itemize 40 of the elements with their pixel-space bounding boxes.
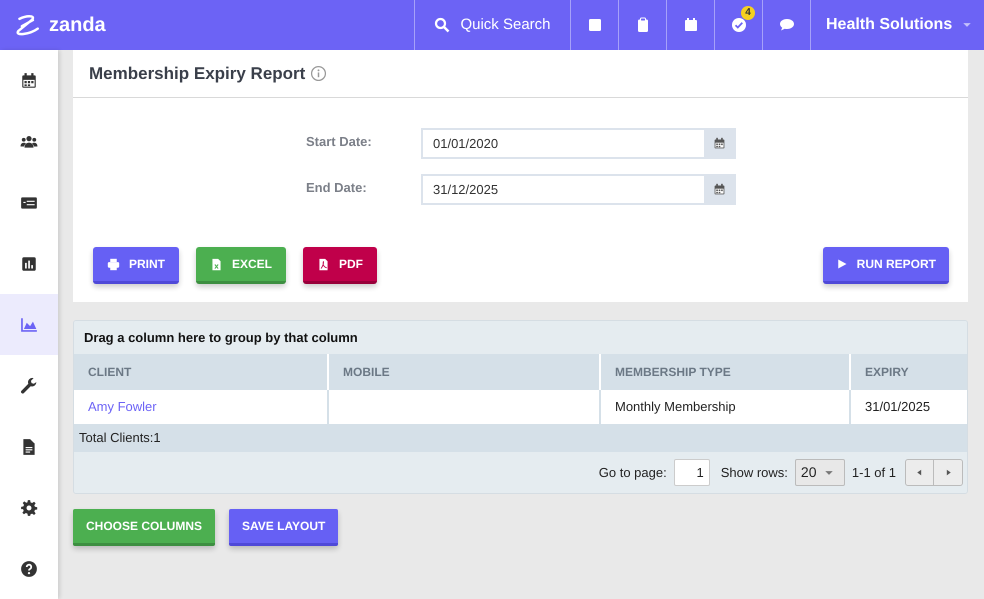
- check-circle-icon: [730, 17, 746, 33]
- area-chart-icon: [20, 316, 38, 334]
- column-header[interactable]: CLIENT: [74, 354, 327, 390]
- page-input[interactable]: 1: [674, 459, 710, 486]
- left-triangle-icon: [915, 468, 924, 477]
- export-button[interactable]: PDF: [303, 247, 378, 284]
- rows-select[interactable]: 20: [794, 459, 845, 486]
- notification-badge: 4: [741, 6, 755, 20]
- date-field[interactable]: 31/12/2025: [421, 174, 736, 205]
- page-range: 1-1 of 1: [852, 464, 896, 482]
- date-field[interactable]: 01/01/2020: [421, 128, 736, 159]
- search-icon: [434, 17, 450, 33]
- pdf-file-icon: [317, 258, 330, 270]
- field-label: End Date:: [306, 179, 368, 198]
- show-rows-label: Show rows:: [720, 464, 788, 482]
- help-icon: [20, 560, 38, 578]
- printer-icon: [107, 258, 120, 270]
- layout-button[interactable]: CHOOSE COLUMNS: [73, 509, 216, 546]
- play-icon: [836, 258, 848, 270]
- total-clients: Total Clients:1: [79, 429, 161, 448]
- calendar-icon: [712, 137, 726, 150]
- report-title: Membership Expiry Report: [89, 62, 306, 85]
- field-label: Start Date:: [306, 133, 373, 152]
- calendar-icon: [20, 72, 38, 90]
- calendar-icon: [682, 17, 698, 33]
- spreadsheet-file-icon: [210, 258, 223, 270]
- layout-button[interactable]: SAVE LAYOUT: [229, 509, 338, 546]
- settings-icon: [20, 498, 38, 516]
- group-by-hint: Drag a column here to group by that column: [84, 328, 358, 347]
- client-link[interactable]: Amy Fowler: [74, 390, 327, 424]
- run-report-button[interactable]: RUN REPORT: [822, 247, 949, 284]
- logo-text: zanda: [49, 13, 106, 38]
- info-icon: [310, 65, 328, 82]
- go-to-page-label: Go to page:: [598, 464, 667, 482]
- wrench-icon: [20, 376, 38, 394]
- export-button[interactable]: PRINT: [93, 247, 179, 284]
- export-button[interactable]: EXCEL: [196, 247, 286, 284]
- bar-chart-icon: [20, 254, 38, 272]
- chat-bubble-icon: [778, 17, 794, 33]
- calendar-icon: [712, 183, 726, 196]
